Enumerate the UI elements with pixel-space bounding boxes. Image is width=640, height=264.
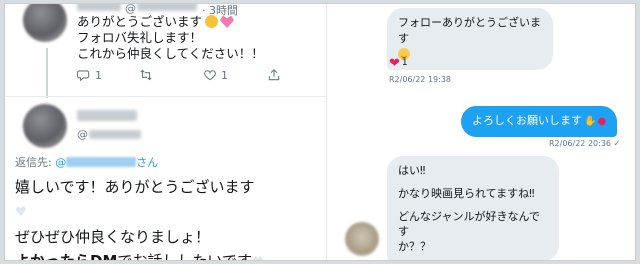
reply-to-mention[interactable]: @ さん — [55, 156, 158, 169]
handle-blur — [137, 4, 197, 11]
message-line: はい‼ — [398, 164, 426, 177]
handle[interactable]: @ — [77, 128, 88, 141]
share-action[interactable] — [267, 67, 285, 83]
tweet-line-3-bold: よかったらDM — [15, 252, 118, 261]
reaction-heart[interactable]: ❤ 1 — [389, 55, 408, 71]
reply-to-label: 返信先: — [15, 156, 52, 169]
avatar[interactable] — [23, 104, 67, 148]
retweet-icon — [140, 69, 152, 81]
sweat-smile-emoji-icon — [205, 15, 219, 28]
divider — [5, 96, 326, 97]
heart-outline-icon — [204, 70, 216, 81]
tweet-text: ありがとうございます フォロバ失礼します！ これから仲良くしてください！！ — [77, 14, 264, 62]
message-text: よろしくお願いします — [472, 114, 582, 127]
tweet-line-3: でお話ししたいです — [117, 252, 252, 261]
sparkling-heart-icon — [220, 15, 235, 28]
like-count: 1 — [221, 68, 228, 82]
message-line: どんなジャンルが好きなんです — [398, 210, 540, 238]
reply-to-line: 返信先: @ さん — [15, 154, 158, 170]
tweet-line-3: これから仲良くしてください！！ — [77, 46, 264, 61]
message-timestamp: R2/06/22 19:38 — [389, 75, 451, 84]
reaction-count: 1 — [401, 58, 408, 68]
handle-blur — [89, 130, 141, 139]
message-bubble-outgoing[interactable]: よろしくお願いします ✋● — [461, 106, 618, 137]
thread-line — [46, 48, 48, 98]
tweet-line-1: 嬉しいです！ありがとうございます — [15, 178, 255, 196]
white-heart-icon: ♥ — [15, 205, 27, 220]
white-heart-icon: ♥ — [252, 255, 264, 260]
retweet-action[interactable] — [139, 67, 157, 83]
tweet-actions: 1 1 — [77, 67, 289, 83]
tweet-line-2: フォロバ失礼します！ — [77, 30, 203, 45]
red-heart-icon: ❤ — [389, 55, 400, 71]
avatar[interactable] — [345, 222, 379, 256]
avatar[interactable] — [23, 4, 67, 42]
display-name[interactable] — [77, 110, 137, 121]
share-icon — [268, 69, 280, 81]
tweet-line-1: ありがとうございます — [77, 14, 203, 29]
tweet-line-2: ぜひぜひ仲良くなりましょ！ — [15, 228, 211, 246]
screenshot-frame: @ · 3時間 ありがとうございます フォロバ失礼します！ これから仲良くしてく… — [4, 3, 636, 261]
balloon-emoji-icon: ● — [597, 116, 607, 127]
dm-conversation: フォローありがとうございます ❤ 1 R2/06/22 19:38 よろしくお願… — [327, 4, 635, 260]
hands-emoji-icon: ✋ — [584, 116, 597, 127]
reply-icon — [77, 70, 90, 82]
message-bubble-incoming[interactable]: はい‼ かなり映画見られてますね‼ どんなジャンルが好きなんです か？？ — [387, 156, 559, 260]
tweet-text: 嬉しいです！ありがとうございます ♥ ぜひぜひ仲良くなりましょ！ よかったらDM… — [15, 175, 264, 261]
reply-action[interactable]: 1 — [77, 67, 102, 83]
message-bubble-incoming[interactable]: フォローありがとうございます — [387, 8, 553, 70]
message-line: か？？ — [398, 240, 431, 253]
message-line: かなり映画見られてますね‼ — [398, 187, 535, 200]
message-text: フォローありがとうございます — [398, 16, 541, 45]
tweet-thread: @ · 3時間 ありがとうございます フォロバ失礼します！ これから仲良くしてく… — [5, 4, 326, 260]
message-timestamp: R2/06/22 20:36 ✓ — [549, 139, 621, 148]
reply-count: 1 — [95, 68, 102, 82]
like-action[interactable]: 1 — [203, 67, 228, 83]
display-name[interactable] — [77, 4, 121, 11]
